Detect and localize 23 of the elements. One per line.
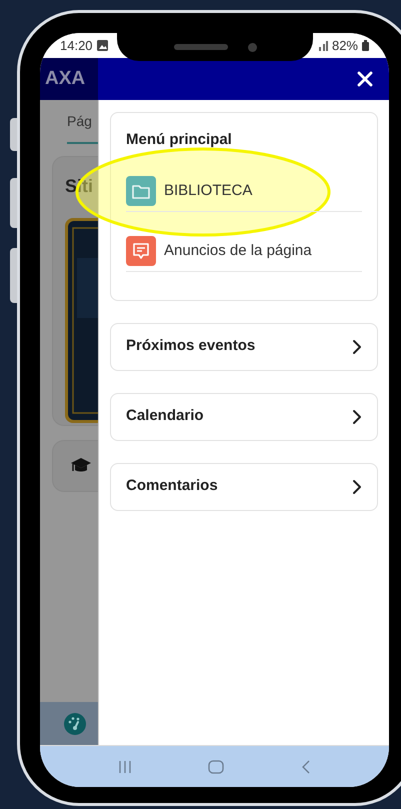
image-icon xyxy=(96,40,108,51)
menu-item[interactable]: BIBLIOTECA xyxy=(126,172,362,212)
chevron-right-icon xyxy=(352,408,362,424)
section-link[interactable]: Calendario xyxy=(110,392,378,440)
message-icon xyxy=(126,236,156,266)
battery-text: 82% xyxy=(332,36,358,55)
app-title: AXA xyxy=(45,66,86,91)
recent-apps-icon[interactable] xyxy=(118,760,132,774)
back-icon[interactable] xyxy=(300,760,311,774)
section-link[interactable]: Próximos eventos xyxy=(110,322,378,370)
clock-text: 14:20 xyxy=(60,36,93,55)
menu-title: Menú principal xyxy=(126,130,233,150)
chevron-right-icon xyxy=(352,478,362,494)
section-link[interactable]: Comentarios xyxy=(110,462,378,510)
close-icon xyxy=(357,71,373,87)
battery-icon xyxy=(362,40,369,51)
folder-icon xyxy=(126,176,156,206)
chevron-right-icon xyxy=(352,338,362,354)
close-button[interactable] xyxy=(355,69,375,89)
gauge-icon xyxy=(64,712,86,734)
signal-icon xyxy=(318,40,328,50)
home-icon[interactable] xyxy=(208,760,224,774)
menu-item[interactable]: Anuncios de la página xyxy=(126,232,362,272)
